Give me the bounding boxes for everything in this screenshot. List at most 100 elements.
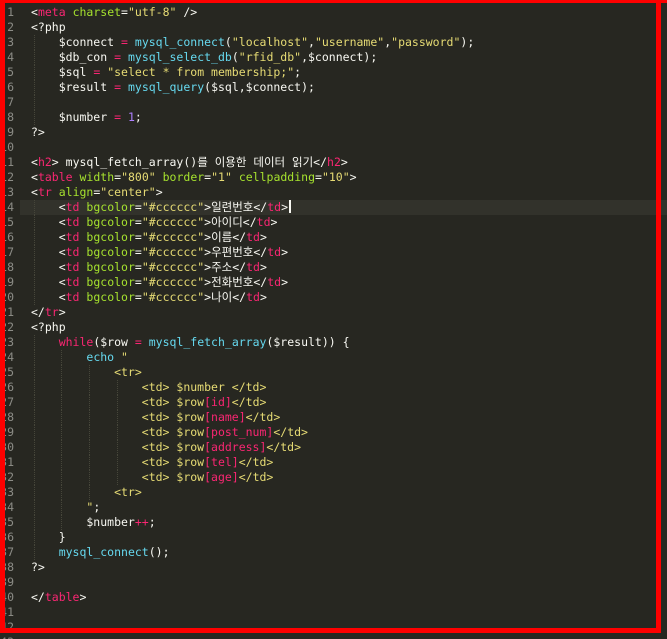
code-line[interactable]: 10	[0, 140, 667, 155]
code-token: bgcolor	[86, 275, 135, 289]
code-line[interactable]: 20 <td bgcolor="#cccccc">나이</td>	[0, 290, 667, 305]
code-line[interactable]: 1 <meta charset="utf-8" />	[0, 5, 667, 20]
code-line[interactable]: 35 $number++;	[0, 515, 667, 530]
code-token: <td> $row	[31, 455, 205, 469]
code-line[interactable]: 13 <tr align="center">	[0, 185, 667, 200]
code-line[interactable]: 36 }	[0, 530, 667, 545]
code-token: ;	[294, 65, 302, 79]
code-token: > mysql_fetch_array()를 이용한 데이터 읽기</	[51, 155, 328, 169]
code-token: <td> $row	[31, 395, 205, 409]
annotation-rectangle-top-edge	[0, 0, 667, 3]
code-line[interactable]: 29 <td> $row[post_num]</td>	[0, 425, 667, 440]
code-token: <td> $row	[31, 470, 205, 484]
code-text: }	[31, 530, 66, 545]
code-line[interactable]: 31 <td> $row[tel]</td>	[0, 455, 667, 470]
code-line[interactable]: 38 ?>	[0, 560, 667, 575]
code-text: <?php	[31, 320, 66, 335]
code-editor[interactable]: 1 <meta charset="utf-8" /> 2 <?php 3 $connec…	[0, 0, 667, 639]
code-line[interactable]: 41	[0, 605, 667, 620]
code-token: h2	[327, 155, 341, 169]
code-token: td	[267, 200, 282, 214]
code-token: [address]	[204, 440, 267, 454]
code-line[interactable]: 8 $number = 1;	[0, 110, 667, 125]
code-token: $number	[31, 110, 115, 124]
code-token: <	[31, 230, 66, 244]
code-token: "10"	[321, 170, 350, 184]
code-token: "#cccccc"	[141, 230, 205, 244]
line-number: 8	[7, 110, 14, 124]
code-line[interactable]: 28 <td> $row[name]</td>	[0, 410, 667, 425]
code-token: table	[37, 170, 73, 184]
code-token: >아이디</	[204, 215, 257, 229]
code-token: </td>	[273, 425, 308, 439]
code-token: >	[155, 185, 163, 199]
code-token: >	[259, 230, 267, 244]
code-line[interactable]: 34 ";	[0, 500, 667, 515]
code-token: width	[79, 170, 115, 184]
code-line[interactable]: 7	[0, 95, 667, 110]
code-token: mysql_query	[127, 80, 205, 94]
code-line[interactable]: 16 <td bgcolor="#cccccc">이름</td>	[0, 230, 667, 245]
code-line[interactable]: 15 <td bgcolor="#cccccc">아이디</td>	[0, 215, 667, 230]
code-text: <tr align="center">	[31, 185, 163, 200]
code-token: cellpadding	[238, 170, 315, 184]
code-line[interactable]: 32 <td> $row[age]</td>	[0, 470, 667, 485]
code-token: (	[224, 35, 232, 49]
code-line[interactable]: 33 <tr>	[0, 485, 667, 500]
code-line[interactable]: 26 <td> $number </td>	[0, 380, 667, 395]
code-line[interactable]: 19 <td bgcolor="#cccccc">전화번호</td>	[0, 275, 667, 290]
code-line[interactable]: 4 $db_con = mysql_select_db("rfid_db",$c…	[0, 50, 667, 65]
annotation-rectangle-bottom-edge	[0, 628, 661, 633]
code-line[interactable]: 30 <td> $row[address]</td>	[0, 440, 667, 455]
code-text: $result = mysql_query($sql,$connect);	[31, 80, 315, 95]
line-number: 3	[7, 35, 14, 49]
code-line-current[interactable]: 14 <td bgcolor="#cccccc">일련번호</td>	[0, 200, 667, 215]
code-token: bgcolor	[86, 245, 135, 259]
code-token: mysql_connect	[58, 545, 149, 559]
code-token: mysql_connect	[134, 35, 225, 49]
code-line[interactable]: 12 <table width="800" border="1" cellpadd…	[0, 170, 667, 185]
code-token: td	[65, 260, 80, 274]
code-line[interactable]: 18 <td bgcolor="#cccccc">주소</td>	[0, 260, 667, 275]
code-line[interactable]: 24 echo "	[0, 350, 667, 365]
code-token: ++	[134, 515, 149, 529]
code-line[interactable]: 22 <?php	[0, 320, 667, 335]
code-line[interactable]: 2 <?php	[0, 20, 667, 35]
code-token: >	[281, 275, 289, 289]
code-token: "	[31, 500, 94, 514]
code-text: $connect = mysql_connect("localhost","us…	[31, 35, 475, 50]
code-text: <td> $row[address]</td>	[31, 440, 301, 455]
code-line[interactable]: 5 $sql = "select * from membership;";	[0, 65, 667, 80]
code-line[interactable]: 25 <tr>	[0, 365, 667, 380]
code-line[interactable]: 11 <h2> mysql_fetch_array()를 이용한 데이터 읽기</…	[0, 155, 667, 170]
code-line[interactable]: 23 while($row = mysql_fetch_array($resul…	[0, 335, 667, 350]
code-token: "username"	[314, 35, 385, 49]
indent-guide	[33, 95, 35, 110]
code-line[interactable]: 9 ?>	[0, 125, 667, 140]
code-text: <td bgcolor="#cccccc">이름</td>	[31, 230, 267, 245]
code-token: bgcolor	[86, 260, 135, 274]
code-text: <td> $row[tel]</td>	[31, 455, 274, 470]
code-token: =	[121, 35, 128, 49]
code-line[interactable]: 40 </table>	[0, 590, 667, 605]
code-token: $sql	[31, 65, 94, 79]
code-line[interactable]: 6 $result = mysql_query($sql,$connect);	[0, 80, 667, 95]
code-token: echo	[86, 350, 115, 364]
code-line[interactable]: 37 mysql_connect();	[0, 545, 667, 560]
code-line[interactable]: 43	[0, 635, 667, 639]
code-token: );	[460, 35, 475, 49]
code-line[interactable]: 27 <td> $row[id]</td>	[0, 395, 667, 410]
code-line[interactable]: 21 </tr>	[0, 305, 667, 320]
code-text: <td bgcolor="#cccccc">우편번호</td>	[31, 245, 288, 260]
code-line[interactable]: 39	[0, 575, 667, 590]
code-text: </tr>	[31, 305, 66, 320]
code-line[interactable]: 17 <td bgcolor="#cccccc">우편번호</td>	[0, 245, 667, 260]
code-token: </	[31, 590, 45, 604]
code-token: <	[31, 155, 38, 169]
code-line[interactable]: 3 $connect = mysql_connect("localhost","…	[0, 35, 667, 50]
code-token: td	[267, 275, 282, 289]
code-token: </td>	[238, 455, 274, 469]
